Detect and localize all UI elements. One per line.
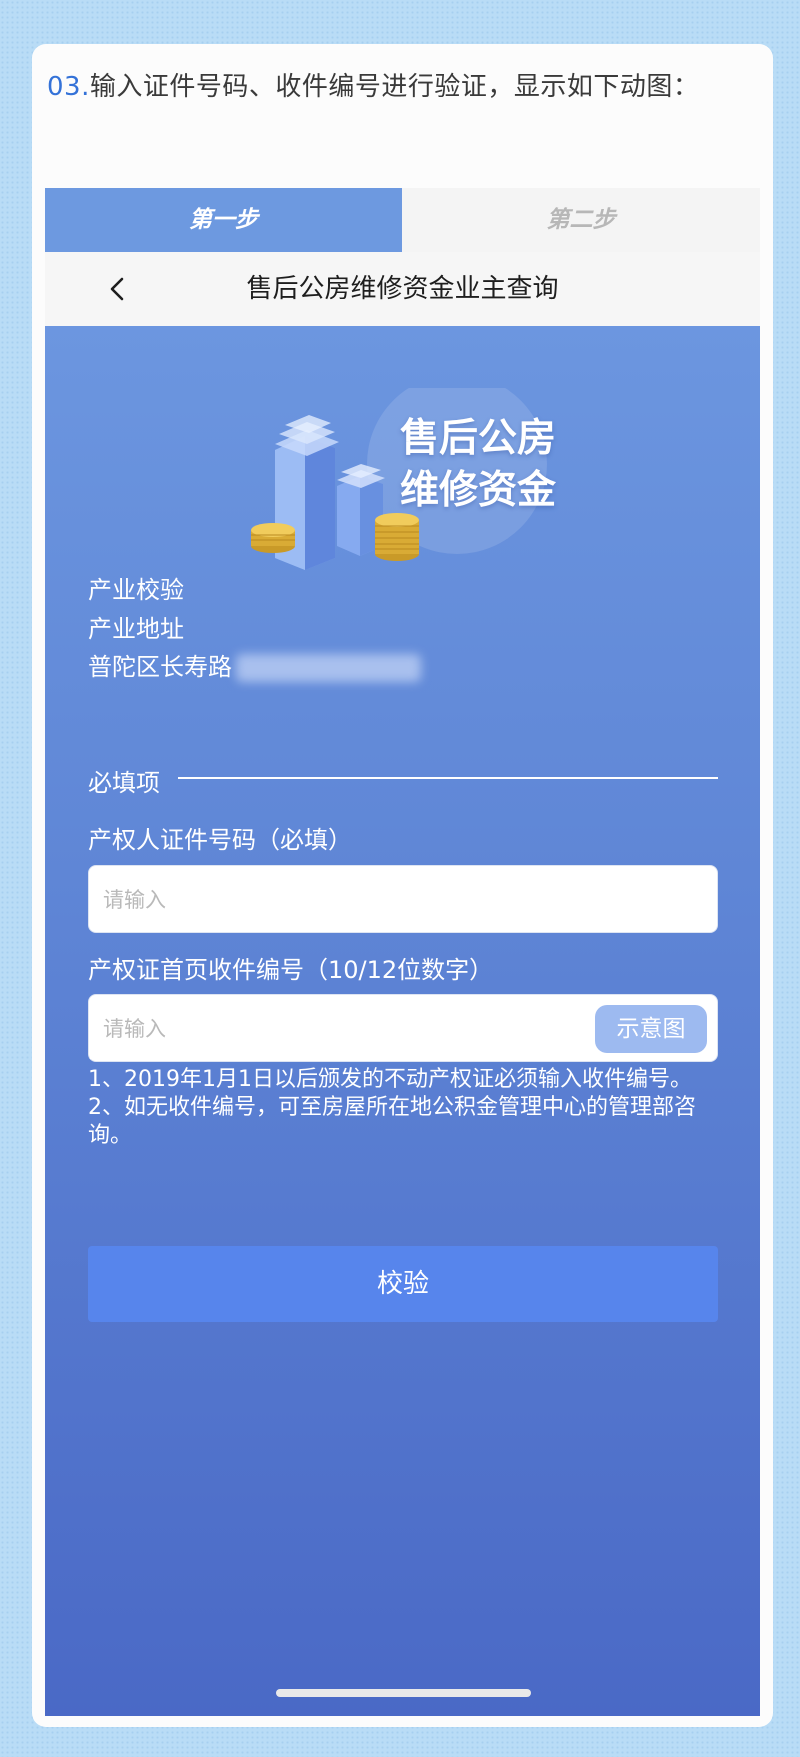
instruction-step-number: 03. [47,72,90,102]
banner-title-line1: 售后公房 [400,416,557,461]
property-address-label: 产业地址 [88,615,184,643]
notes: 注: 1、2019年1月1日以后颁发的不动产权证必须输入收件编号。 2、如无收件… [88,1038,718,1150]
banner-title: 售后公房 维修资金 [400,413,556,517]
property-address-value: 普陀区长寿路 [88,653,232,681]
instruction-text: 03.输入证件号码、收件编号进行验证，显示如下动图： [47,66,699,103]
notes-line-2: 2、如无收件编号，可至房屋所在地公积金管理中心的管理部咨询。 [88,1095,696,1148]
property-check-label: 产业校验 [88,576,184,604]
chevron-left-icon[interactable] [103,274,133,304]
home-indicator[interactable] [276,1689,531,1697]
address-redaction [236,654,421,682]
step-tabs: 第一步 第二步 [45,188,760,252]
required-label: 必填项 [88,769,160,797]
receipt-number-label: 产权证首页收件编号（10/12位数字） [88,956,494,984]
navbar: 售后公房维修资金业主查询 [45,252,760,326]
page-title: 售后公房维修资金业主查询 [246,274,559,304]
phone-screenshot: 第一步 第二步 售后公房维修资金业主查询 售后公房 维修资金 产业校验 产业地址… [45,188,760,1716]
notes-title: 注: [88,1039,118,1064]
verify-button[interactable]: 校验 [88,1246,718,1322]
property-address-row: 普陀区长寿路 [88,647,421,682]
divider [178,777,718,779]
id-number-field-box [88,865,718,934]
instruction-body: 输入证件号码、收件编号进行验证，显示如下动图： [89,72,700,102]
tab-step-two[interactable]: 第二步 [402,188,760,252]
article-card: 03.输入证件号码、收件编号进行验证，显示如下动图： 第一步 第二步 售后公房维… [32,44,773,1727]
tab-step-one[interactable]: 第一步 [45,188,402,252]
notes-line-1: 1、2019年1月1日以后颁发的不动产权证必须输入收件编号。 [88,1067,692,1092]
banner-title-line2: 维修资金 [400,468,557,513]
id-number-label: 产权人证件号码（必填） [88,826,352,854]
id-number-input[interactable] [101,866,535,934]
